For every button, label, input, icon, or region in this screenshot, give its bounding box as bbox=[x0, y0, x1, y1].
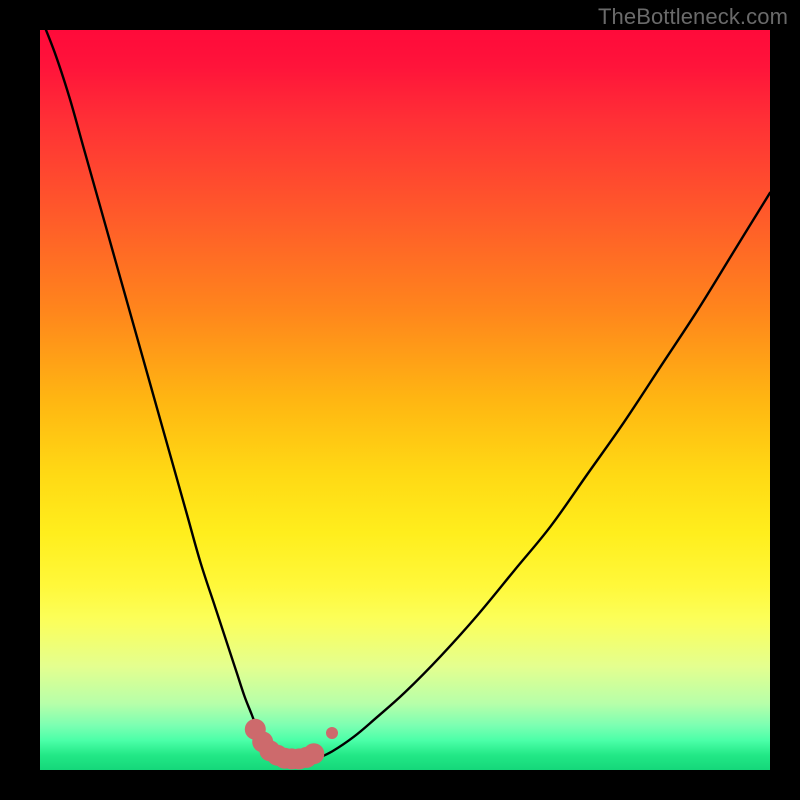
outer-frame: TheBottleneck.com bbox=[0, 0, 800, 800]
trough-marker bbox=[303, 743, 324, 764]
watermark-text: TheBottleneck.com bbox=[598, 4, 788, 30]
plot-area bbox=[40, 30, 770, 770]
trough-marker bbox=[326, 727, 338, 739]
trough-markers bbox=[245, 719, 338, 770]
bottleneck-curve bbox=[40, 30, 770, 761]
chart-svg bbox=[40, 30, 770, 770]
